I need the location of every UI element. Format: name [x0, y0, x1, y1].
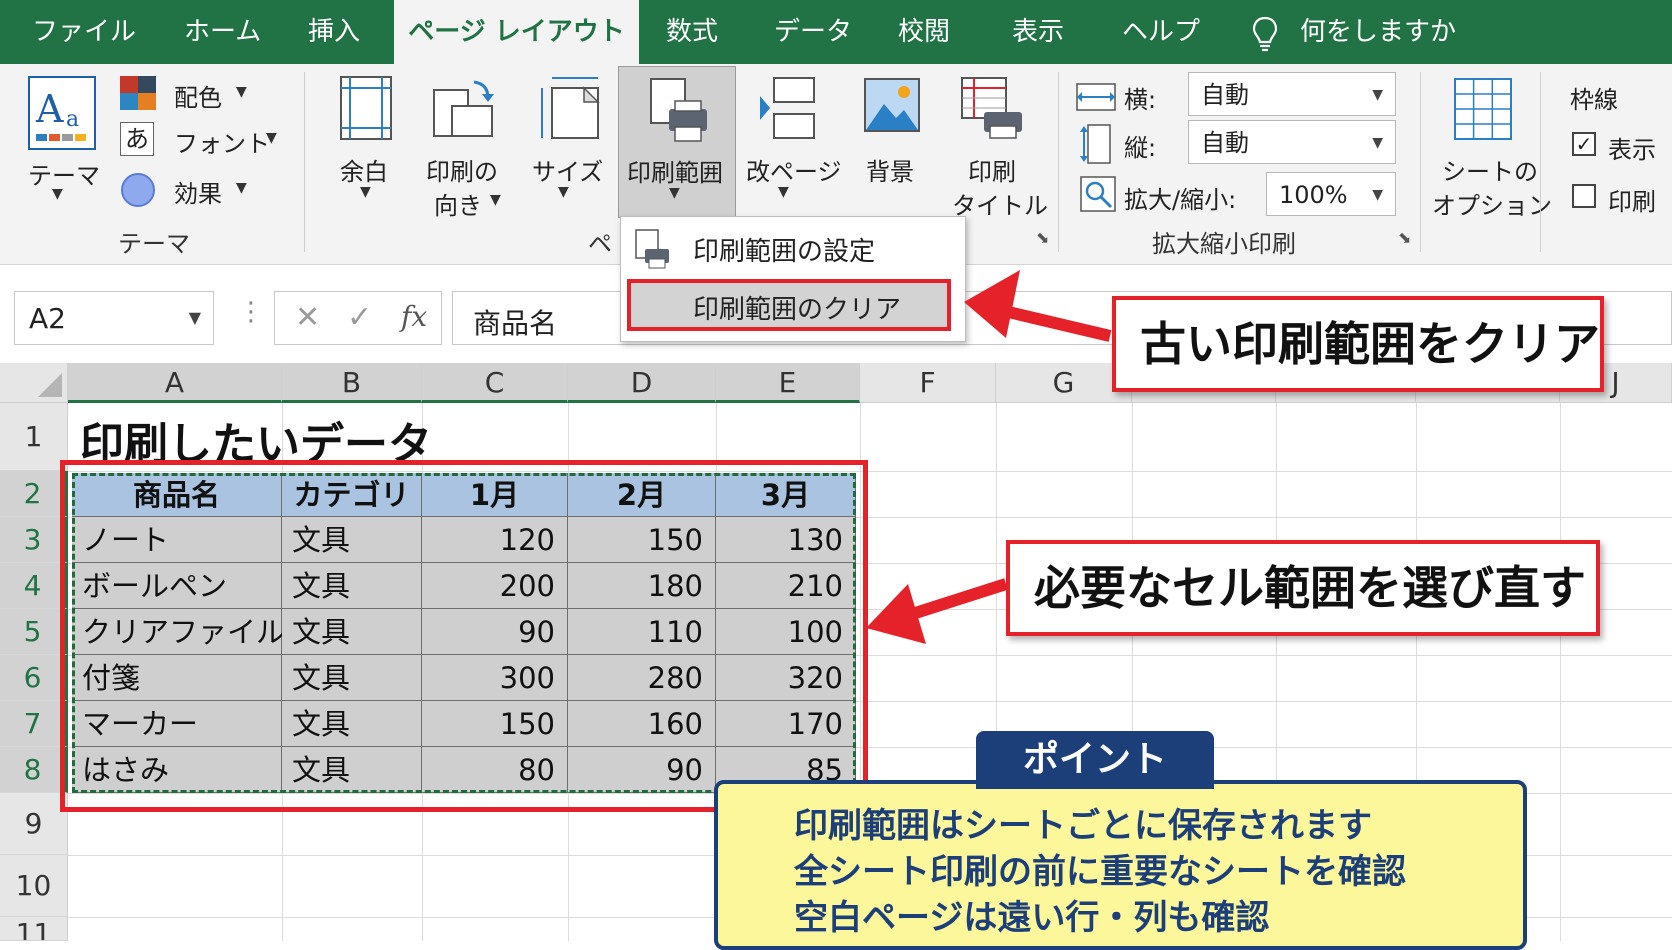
point-title: ポイント [976, 731, 1214, 789]
arrow-to-clear-menu [964, 270, 1112, 342]
point-line: 全シート印刷の前に重要なシートを確認 [794, 852, 1406, 892]
point-line: 印刷範囲はシートごとに保存されます [794, 806, 1372, 846]
arrow-to-range [866, 578, 1008, 644]
callout-reselect-range: 必要なセル範囲を選び直す [1006, 540, 1600, 636]
point-box: 印刷範囲はシートごとに保存されます 全シート印刷の前に重要なシートを確認 空白ペ… [714, 780, 1527, 950]
callout-clear-print-area: 古い印刷範囲をクリア [1112, 296, 1604, 392]
point-line: 空白ページは遠い行・列も確認 [794, 898, 1270, 938]
